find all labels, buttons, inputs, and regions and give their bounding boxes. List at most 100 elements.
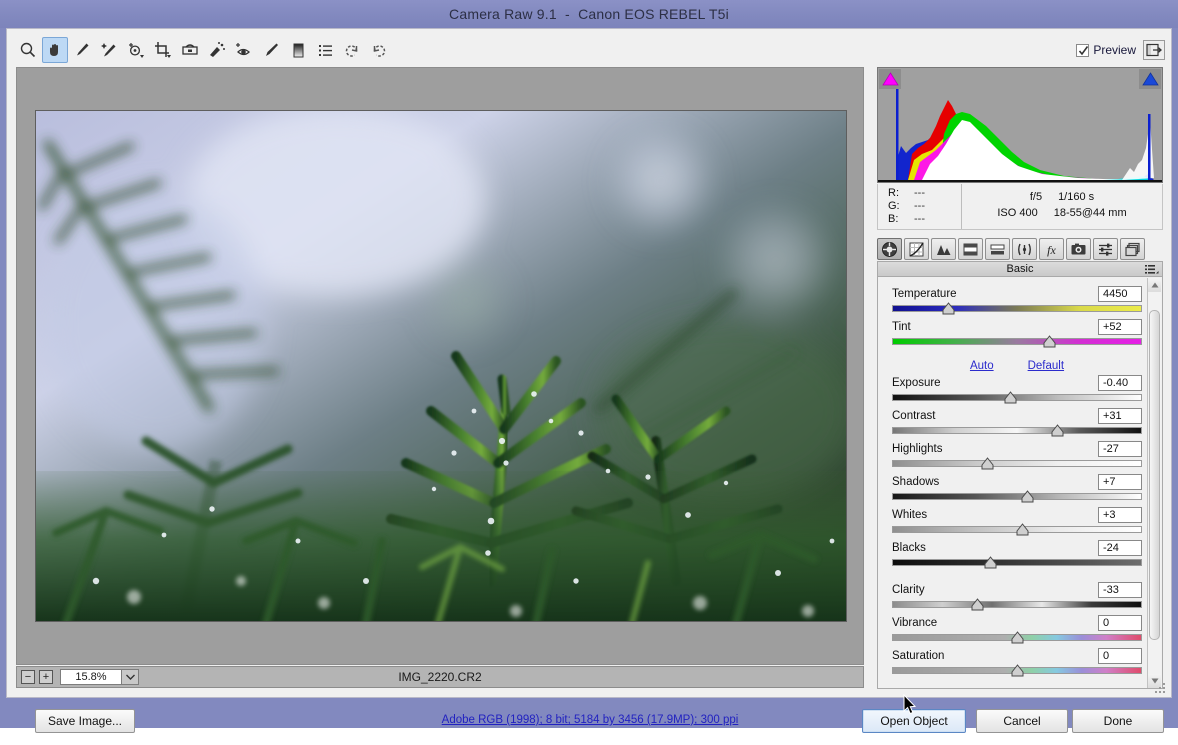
- thumb-whites[interactable]: [1016, 523, 1029, 536]
- slider-tint[interactable]: Tint +52: [892, 318, 1142, 350]
- red-eye-removal-tool[interactable]: [231, 37, 257, 63]
- track-vibrance[interactable]: [892, 634, 1142, 641]
- track-blacks[interactable]: [892, 559, 1142, 566]
- value-highlights[interactable]: -27: [1098, 441, 1142, 457]
- spot-removal-tool[interactable]: [204, 37, 230, 63]
- histogram[interactable]: [877, 67, 1163, 183]
- slider-vibrance[interactable]: Vibrance 0: [892, 614, 1142, 646]
- slider-exposure[interactable]: Exposure -0.40: [892, 374, 1142, 406]
- tab-lens-corrections[interactable]: [1012, 238, 1037, 260]
- slider-clarity[interactable]: Clarity -33: [892, 581, 1142, 613]
- graduated-filter-tool[interactable]: [285, 37, 311, 63]
- auto-link[interactable]: Auto: [970, 360, 994, 372]
- track-contrast[interactable]: [892, 427, 1142, 434]
- track-shadows[interactable]: [892, 493, 1142, 500]
- color-sampler-tool[interactable]: [96, 37, 122, 63]
- slider-contrast[interactable]: Contrast +31: [892, 407, 1142, 439]
- raw-image-preview[interactable]: [35, 110, 847, 622]
- thumb-highlights[interactable]: [981, 457, 994, 470]
- thumb-blacks[interactable]: [984, 556, 997, 569]
- value-exposure[interactable]: -0.40: [1098, 375, 1142, 391]
- tab-hsl-grayscale[interactable]: [958, 238, 983, 260]
- toggle-fullscreen-icon[interactable]: [1143, 40, 1165, 60]
- thumb-saturation[interactable]: [1011, 664, 1024, 677]
- zoom-tool[interactable]: [15, 37, 41, 63]
- highlight-clipping-warning[interactable]: [1139, 69, 1161, 89]
- targeted-adjustment-tool[interactable]: [123, 37, 149, 63]
- rgb-label-r: R:: [888, 187, 914, 200]
- basic-panel-body: Temperature 4450 Tint +52: [877, 277, 1163, 689]
- track-exposure[interactable]: [892, 394, 1142, 401]
- thumb-exposure[interactable]: [1004, 391, 1017, 404]
- label-tint: Tint: [892, 321, 911, 333]
- slider-shadows[interactable]: Shadows +7: [892, 473, 1142, 505]
- tab-tone-curve[interactable]: [904, 238, 929, 260]
- thumb-shadows[interactable]: [1021, 490, 1034, 503]
- preview-checkbox[interactable]: Preview: [1076, 43, 1136, 57]
- adjustment-brush-tool[interactable]: [258, 37, 284, 63]
- rgb-value-g: ---: [914, 200, 925, 213]
- rgb-row-g: G: ---: [888, 200, 961, 213]
- slider-whites[interactable]: Whites +3: [892, 506, 1142, 538]
- value-saturation[interactable]: 0: [1098, 648, 1142, 664]
- straighten-tool[interactable]: [177, 37, 203, 63]
- rgb-label-g: G:: [888, 200, 914, 213]
- value-tint[interactable]: +52: [1098, 319, 1142, 335]
- panel-menu-icon[interactable]: [1145, 264, 1159, 278]
- value-temperature[interactable]: 4450: [1098, 286, 1142, 302]
- thumb-temperature[interactable]: [942, 302, 955, 315]
- value-clarity[interactable]: -33: [1098, 582, 1142, 598]
- thumb-tint[interactable]: [1043, 335, 1056, 348]
- preview-status-bar: − + 15.8% IMG_2220.CR2: [16, 666, 864, 688]
- tab-snapshots[interactable]: [1120, 238, 1145, 260]
- track-clarity[interactable]: [892, 601, 1142, 608]
- track-tint[interactable]: [892, 338, 1142, 345]
- cancel-button[interactable]: Cancel: [976, 709, 1068, 733]
- rotate-left-tool[interactable]: [339, 37, 365, 63]
- tab-presets[interactable]: [1093, 238, 1118, 260]
- white-balance-tool[interactable]: [69, 37, 95, 63]
- track-whites[interactable]: [892, 526, 1142, 533]
- slider-saturation[interactable]: Saturation 0: [892, 647, 1142, 679]
- value-blacks[interactable]: -24: [1098, 540, 1142, 556]
- track-highlights[interactable]: [892, 460, 1142, 467]
- rotate-right-tool[interactable]: [366, 37, 392, 63]
- tab-basic[interactable]: [877, 238, 902, 260]
- window-title: Camera Raw 9.1 - Canon EOS REBEL T5i: [449, 6, 729, 22]
- hand-tool[interactable]: [42, 37, 68, 63]
- scrollbar-thumb[interactable]: [1149, 310, 1160, 640]
- open-object-button[interactable]: Open Object: [862, 709, 966, 733]
- resize-grip[interactable]: [1155, 682, 1167, 694]
- tab-detail[interactable]: [931, 238, 956, 260]
- slider-blacks[interactable]: Blacks -24: [892, 539, 1142, 571]
- crop-tool[interactable]: [150, 37, 176, 63]
- rgb-value-r: ---: [914, 187, 925, 200]
- default-link[interactable]: Default: [1028, 360, 1064, 372]
- label-clarity: Clarity: [892, 584, 925, 596]
- track-saturation[interactable]: [892, 667, 1142, 674]
- exif-readout: f/5 1/160 s ISO 400 18-55@44 mm: [962, 184, 1162, 229]
- shadow-clipping-warning[interactable]: [879, 69, 901, 89]
- panel-tab-bar: fx: [877, 237, 1163, 261]
- tab-split-toning[interactable]: [985, 238, 1010, 260]
- panel-scrollbar[interactable]: [1147, 278, 1161, 688]
- scroll-up-arrow-icon[interactable]: [1148, 278, 1161, 292]
- label-exposure: Exposure: [892, 377, 941, 389]
- slider-temperature[interactable]: Temperature 4450: [892, 285, 1142, 317]
- toolbar-right-group: Preview: [1076, 35, 1165, 65]
- preview-checkbox-box[interactable]: [1076, 44, 1089, 57]
- value-vibrance[interactable]: 0: [1098, 615, 1142, 631]
- value-whites[interactable]: +3: [1098, 507, 1142, 523]
- slider-highlights[interactable]: Highlights -27: [892, 440, 1142, 472]
- thumb-clarity[interactable]: [971, 598, 984, 611]
- tab-camera-calibration[interactable]: [1066, 238, 1091, 260]
- track-temperature[interactable]: [892, 305, 1142, 312]
- thumb-contrast[interactable]: [1051, 424, 1064, 437]
- done-button[interactable]: Done: [1072, 709, 1164, 733]
- value-contrast[interactable]: +31: [1098, 408, 1142, 424]
- image-preview-area[interactable]: [16, 67, 864, 665]
- thumb-vibrance[interactable]: [1011, 631, 1024, 644]
- value-shadows[interactable]: +7: [1098, 474, 1142, 490]
- presets-tool[interactable]: [312, 37, 338, 63]
- tab-effects[interactable]: fx: [1039, 238, 1064, 260]
